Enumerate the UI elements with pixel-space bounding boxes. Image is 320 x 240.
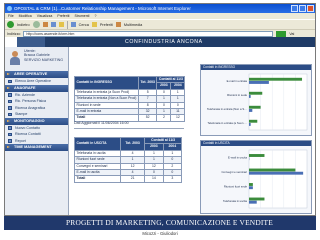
bar (249, 95, 251, 98)
banner-credit: Micozzi - Giuliodori (142, 231, 178, 236)
favorites-label[interactable]: Preferiti (100, 23, 113, 27)
favorites-star-icon[interactable] (91, 22, 97, 27)
divider (74, 128, 184, 129)
section-arrow-icon (7, 119, 10, 122)
bar (249, 81, 269, 84)
printer-icon (8, 112, 12, 116)
company-name: CONFINDUSTRIA ANCONA (125, 39, 203, 45)
home-icon[interactable] (58, 22, 64, 27)
close-button[interactable] (307, 5, 314, 12)
person-icon (8, 99, 12, 103)
bar (249, 171, 304, 175)
bar (249, 200, 257, 204)
address-input[interactable]: http://cons.ascende.it/crm.htm (23, 30, 274, 37)
incoming-header-type: Contatti in INGRESSO (74, 76, 139, 90)
sidebar: Utente: Bracca Gabriele SERVIZIO MARKETI… (5, 47, 69, 215)
address-label: Indirizzo (7, 31, 21, 36)
category-label: E-mail in uscita (228, 155, 247, 159)
report-icon (8, 139, 12, 143)
update-note: Dati Aggiornati il 11/06/2004 16:00 (74, 121, 129, 125)
bar (249, 77, 303, 81)
bar (249, 105, 261, 109)
media-label[interactable]: Multimedia (124, 23, 142, 27)
minimize-button[interactable] (291, 5, 298, 12)
search-label[interactable]: Cerca (79, 23, 89, 27)
outgoing-header-total: Tot. 2003 (119, 137, 146, 151)
bar (249, 186, 253, 190)
category-label: E-mail in entrata (227, 79, 248, 83)
app-header: CONFINDUSTRIA ANCONA (5, 37, 315, 47)
section-time-management[interactable]: TIME MANAGEMENT (5, 144, 68, 151)
bar (249, 123, 251, 126)
bar (249, 183, 253, 186)
incoming-chart-panel: Contatti in INGRESSO E-mail in entrata Ri… (200, 64, 312, 136)
incoming-header-total: Tot. 2003 (137, 76, 158, 90)
go-button[interactable]: Vai (289, 32, 294, 36)
section-arrow-icon (7, 146, 10, 148)
main-content: Contatti in INGRESSO Tot. 2003 Contatti … (70, 47, 315, 215)
refresh-icon[interactable] (50, 22, 56, 27)
browser-window: OPOSTAL & CRM (1)...Customer Relationshi… (4, 3, 316, 216)
browser-toolbar: Indietro Cerca Preferiti Multimedia (5, 19, 315, 29)
outgoing-chart: E-mail in uscita Convegni e seminari Riuni… (222, 149, 308, 209)
bar (249, 91, 263, 95)
category-label: Telefonata in entrata (a Suon … (208, 121, 248, 125)
window-title: OPOSTAL & CRM (1)...Customer Relationshi… (14, 6, 191, 11)
folder-icon (8, 79, 12, 83)
media-icon[interactable] (115, 22, 121, 27)
bar (249, 168, 296, 172)
search-icon[interactable] (70, 22, 76, 27)
category-label: Telefonata in entrata (Non a S… (207, 107, 247, 111)
building-icon (8, 93, 12, 97)
outgoing-chart-panel: Contatti in USCITA E-mail in uscita Conve… (200, 140, 312, 214)
category-label: Riunioni in sede (227, 93, 247, 97)
maximize-button[interactable] (299, 5, 306, 12)
toolbar-separator (66, 20, 68, 29)
incoming-header-period: Contatti al 11/3 (156, 75, 186, 84)
window-title-bar: OPOSTAL & CRM (1)...Customer Relationshi… (5, 4, 315, 13)
forward-arrow-icon[interactable] (32, 21, 40, 28)
outgoing-header-type: Contatti in USCITA (74, 137, 121, 151)
outgoing-table: Contatti in USCITA Tot. 2003 Contatti al… (74, 136, 183, 183)
header-logo-strip (5, 37, 45, 47)
category-label: Convegni e seminari (222, 170, 248, 174)
user-dept: SERVIZIO MARKETING (24, 57, 64, 62)
user-info: Utente: Bracca Gabriele SERVIZIO MARKETI… (5, 47, 68, 71)
user-avatar-icon (9, 51, 21, 65)
bar (249, 154, 265, 157)
table-row-total: Totali 21 14 3 (74, 175, 183, 183)
slide-banner: PROGETTI DI MARKETING, COMUNICAZIONE E V… (0, 216, 320, 240)
bar (249, 109, 253, 112)
section-arrow-icon (7, 73, 10, 75)
bar (249, 197, 265, 201)
category-label: Riunioni fuori sede (224, 184, 248, 188)
bar (249, 119, 258, 123)
search-icon (8, 132, 12, 136)
banner-title: PROGETTI DI MARKETING, COMUNICAZIONE E V… (4, 216, 316, 230)
ie-logo-icon (7, 6, 12, 11)
search-icon (8, 106, 12, 110)
new-contact-icon (8, 126, 12, 130)
incoming-chart: E-mail in entrata Riunioni in sede Telefon… (207, 73, 308, 131)
go-arrow-icon[interactable] (276, 30, 287, 37)
section-arrow-icon (7, 86, 10, 89)
back-label[interactable]: Indietro (17, 23, 30, 27)
back-arrow-icon[interactable] (7, 21, 14, 28)
section-monitoraggio[interactable]: MONITORAGGIO (5, 117, 68, 125)
category-label: Telefonata in uscita (223, 199, 247, 203)
section-anagrafe[interactable]: ANAGRAFE (5, 84, 68, 92)
address-bar: Indirizzo http://cons.ascende.it/crm.htm… (5, 29, 315, 37)
section-aree-operative[interactable]: AREE OPERATIVE (5, 71, 68, 78)
incoming-table: Contatti in INGRESSO Tot. 2003 Contatti … (74, 75, 186, 122)
stop-icon[interactable] (42, 22, 48, 27)
